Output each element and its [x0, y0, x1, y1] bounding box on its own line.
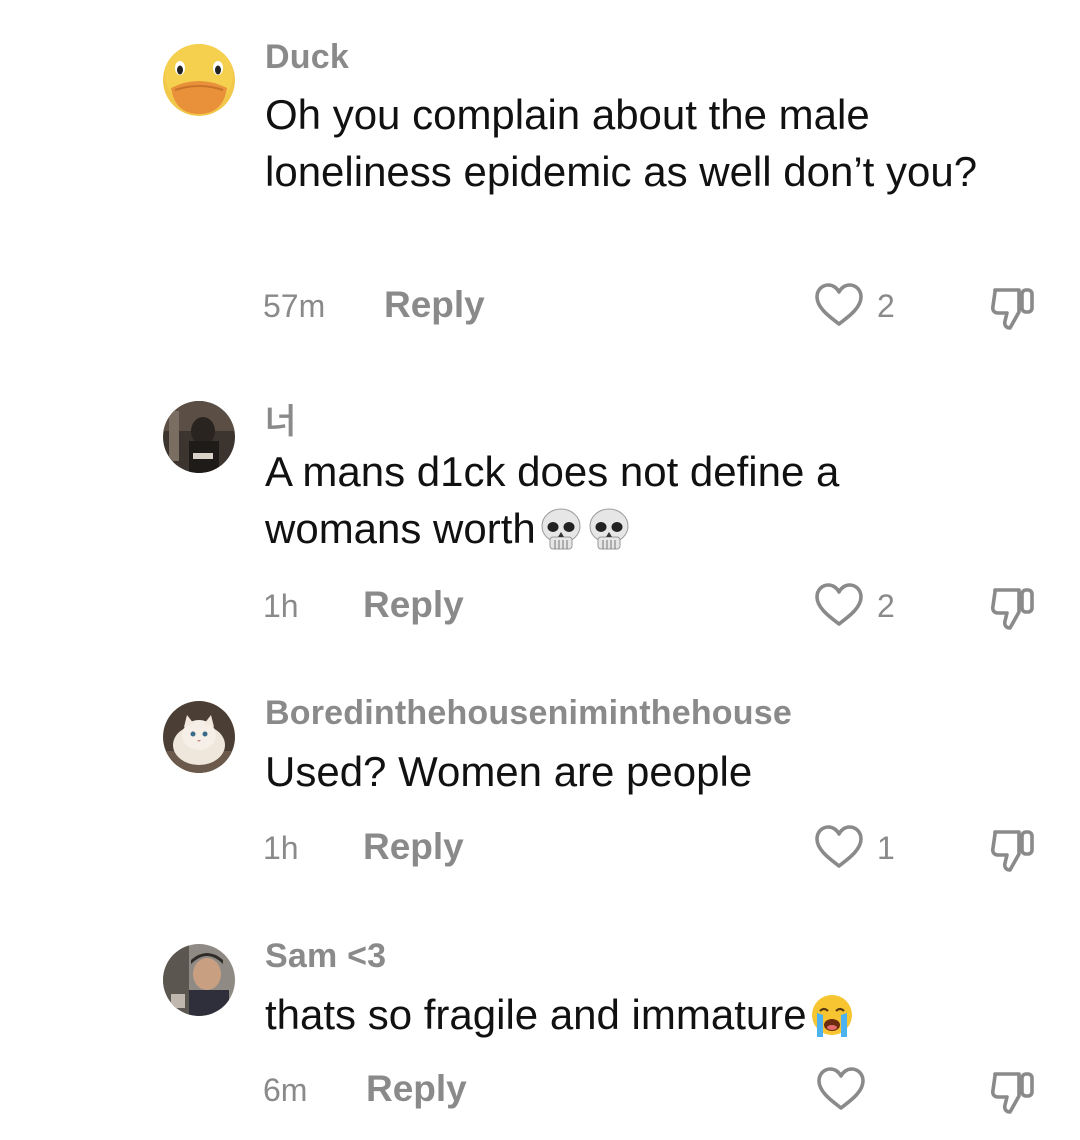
comment-actions: 6m Reply — [0, 1066, 1080, 1116]
comment-username[interactable]: Sam <3 — [265, 937, 386, 976]
comment-timestamp: 1h — [263, 830, 299, 866]
person-photo-avatar-icon — [163, 944, 235, 1016]
reply-button[interactable]: Reply — [366, 1068, 467, 1110]
comment-timestamp: 57m — [263, 288, 326, 324]
comment-actions: 57m Reply 2 — [0, 282, 1080, 332]
comment-text: Oh you complain about the male lonelines… — [265, 86, 985, 200]
comment-username[interactable]: Boredinthehouseniminthehouse — [265, 694, 792, 733]
reply-button[interactable]: Reply — [384, 284, 485, 326]
dislike-button[interactable] — [986, 1064, 1040, 1118]
comment-username[interactable]: 너 — [265, 394, 296, 443]
dislike-button[interactable] — [986, 280, 1040, 334]
heart-outline-icon — [815, 825, 863, 868]
comment-text: Used? Women are people — [265, 743, 985, 800]
reply-button[interactable]: Reply — [363, 584, 464, 626]
skull-emoji — [538, 507, 584, 553]
avatar[interactable] — [163, 44, 235, 116]
comment-timestamp: 6m — [263, 1072, 308, 1108]
thumbs-down-icon — [990, 1072, 1034, 1114]
heart-outline-icon — [815, 283, 863, 326]
like-button[interactable] — [813, 824, 869, 874]
comment-actions: 1h Reply 1 — [0, 824, 1080, 874]
comment-text: A mans d1ck does not define a womans wor… — [265, 443, 985, 557]
avatar[interactable] — [163, 701, 235, 773]
comment-text: thats so fragile and immature — [265, 986, 985, 1043]
skull-emoji — [586, 507, 632, 553]
comment-text-content: Used? Women are people — [265, 748, 753, 795]
comment-username[interactable]: Duck — [265, 38, 349, 77]
thumbs-down-icon — [990, 830, 1034, 872]
like-count: 2 — [877, 588, 895, 624]
comment-text-content: thats so fragile and immature — [265, 991, 807, 1038]
reply-button[interactable]: Reply — [363, 826, 464, 868]
avatar[interactable] — [163, 944, 235, 1016]
comment-actions: 1h Reply 2 — [0, 582, 1080, 632]
avatar[interactable] — [163, 401, 235, 473]
heart-outline-icon — [815, 583, 863, 626]
thumbs-down-icon — [990, 588, 1034, 630]
heart-outline-icon — [817, 1067, 865, 1110]
comment-text-content: Oh you complain about the male lonelines… — [265, 91, 978, 195]
dislike-button[interactable] — [986, 822, 1040, 876]
person-photo-avatar-icon — [163, 401, 235, 473]
comment-timestamp: 1h — [263, 588, 299, 624]
like-count: 2 — [877, 288, 895, 324]
like-count: 1 — [877, 830, 895, 866]
loudly-crying-emoji — [809, 993, 855, 1039]
like-button[interactable] — [815, 1066, 871, 1116]
thumbs-down-icon — [990, 288, 1034, 330]
like-button[interactable] — [813, 582, 869, 632]
like-button[interactable] — [813, 282, 869, 332]
cat-photo-avatar-icon — [163, 701, 235, 773]
duck-avatar-icon — [163, 44, 235, 116]
dislike-button[interactable] — [986, 580, 1040, 634]
